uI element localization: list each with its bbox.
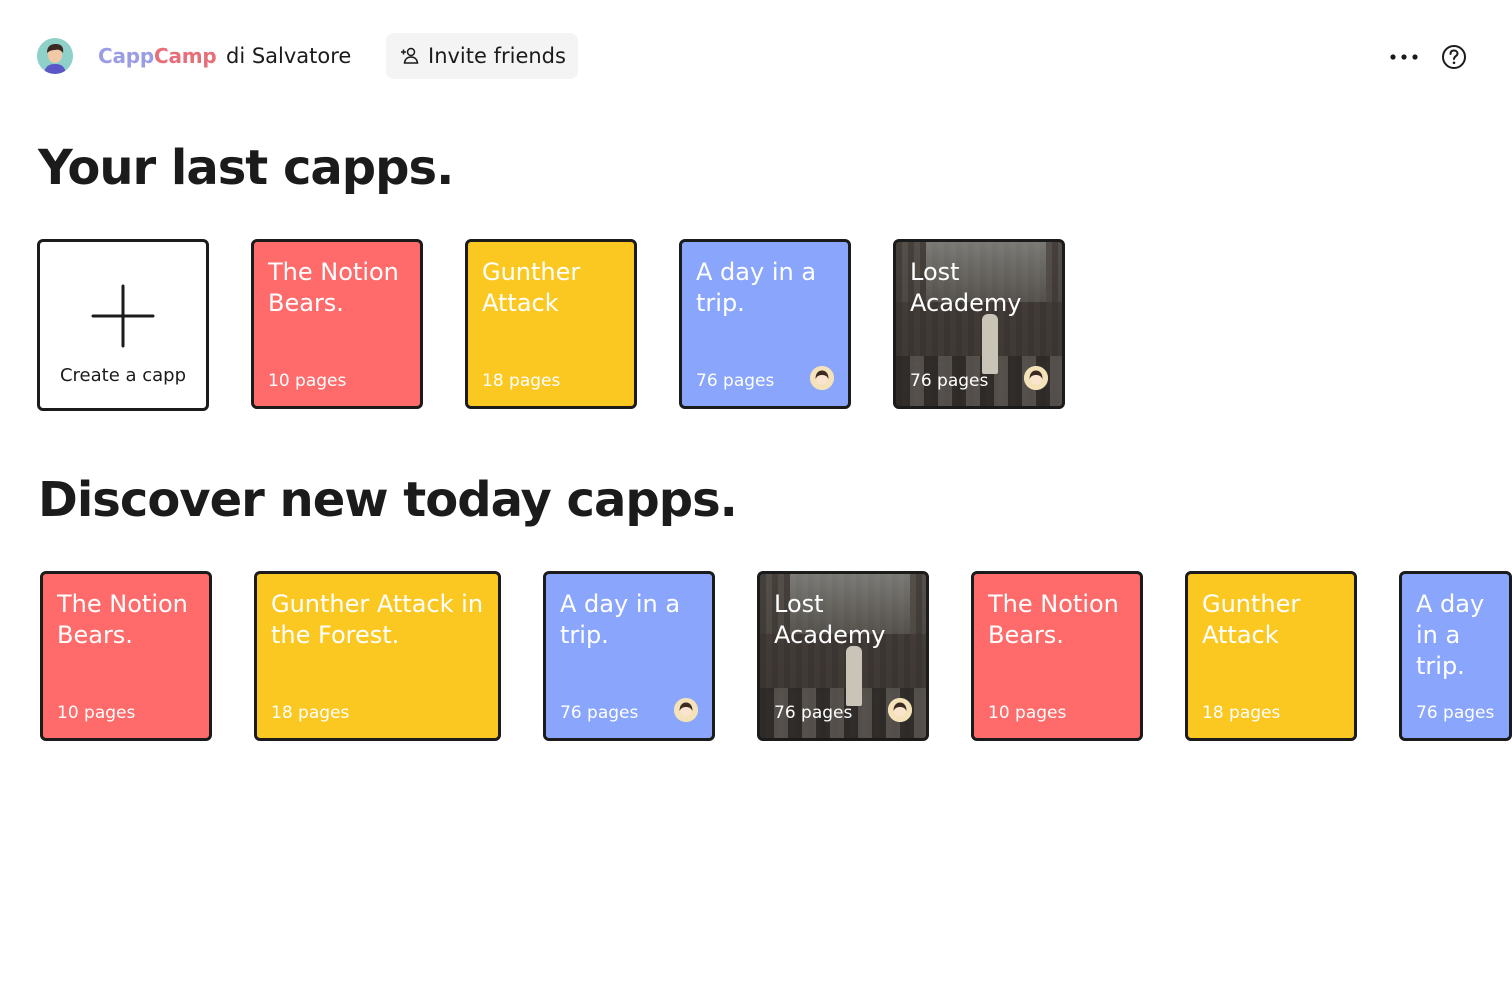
discover-capps-heading: Discover new today capps. <box>38 472 738 528</box>
capp-card[interactable]: A day in a trip. 76 pages <box>543 571 715 741</box>
capp-page-count: 18 pages <box>271 703 350 723</box>
add-person-icon <box>401 47 419 64</box>
capp-card[interactable]: Gunther Attack in the Forest. 18 pages <box>254 571 501 741</box>
capp-title: Lost Academy <box>774 590 886 649</box>
capp-title: The Notion Bears. <box>57 590 188 649</box>
capp-page-count: 76 pages <box>774 703 853 723</box>
brand-name[interactable]: CappCamp <box>98 44 217 68</box>
capp-title: A day in a trip. <box>560 590 681 649</box>
collaborator-avatar-icon <box>888 698 912 722</box>
capp-title: The Notion Bears. <box>268 258 399 317</box>
collaborator-avatar <box>674 698 698 722</box>
capp-page-count: 10 pages <box>988 703 1067 723</box>
capp-page-count: 18 pages <box>482 371 561 391</box>
capp-card[interactable]: Gunther Attack 18 pages <box>1185 571 1357 741</box>
collaborator-avatar-icon <box>674 698 698 722</box>
more-horizontal-icon <box>1390 54 1418 60</box>
capp-card[interactable]: The Notion Bears. 10 pages <box>971 571 1143 741</box>
capp-card[interactable]: A day in a trip. 76 pages <box>1399 571 1512 741</box>
capp-page-count: 76 pages <box>1416 703 1495 723</box>
brand-part-camp: Camp <box>154 44 217 68</box>
cover-photo-detail <box>982 314 998 374</box>
collaborator-avatar-icon <box>810 366 834 390</box>
create-capp-label: Create a capp <box>59 365 187 386</box>
capp-title: Gunther Attack <box>482 258 581 317</box>
help-circle-icon <box>1442 45 1466 69</box>
capp-page-count: 18 pages <box>1202 703 1281 723</box>
collaborator-avatar <box>1024 366 1048 390</box>
collaborator-avatar <box>888 698 912 722</box>
capp-title: Lost Academy <box>910 258 1022 317</box>
capp-title: A day in a trip. <box>696 258 817 317</box>
help-button[interactable] <box>1441 44 1467 70</box>
invite-friends-button[interactable]: Invite friends <box>386 33 578 79</box>
collaborator-avatar-icon <box>1024 366 1048 390</box>
capp-title: Gunther Attack <box>1202 590 1301 649</box>
brand-part-capp: Capp <box>98 44 155 68</box>
capp-page-count: 10 pages <box>57 703 136 723</box>
cover-photo-detail <box>846 646 862 706</box>
collaborator-avatar <box>810 366 834 390</box>
capp-card[interactable]: A day in a trip. 76 pages <box>679 239 851 409</box>
capp-card[interactable]: Lost Academy 76 pages <box>757 571 929 741</box>
capp-card[interactable]: The Notion Bears. 10 pages <box>40 571 212 741</box>
create-capp-button[interactable]: Create a capp <box>37 239 209 411</box>
plus-icon <box>91 284 155 348</box>
user-avatar-icon <box>37 38 73 74</box>
more-options-button[interactable] <box>1388 46 1420 68</box>
capp-card[interactable]: The Notion Bears. 10 pages <box>251 239 423 409</box>
capp-title: Gunther Attack in the Forest. <box>271 590 484 649</box>
last-capps-heading: Your last capps. <box>38 140 454 196</box>
top-bar: CappCamp di Salvatore Invite friends <box>0 0 1512 112</box>
capp-title: A day in a trip. <box>1416 590 1485 680</box>
invite-friends-label: Invite friends <box>428 44 566 68</box>
capp-title: The Notion Bears. <box>988 590 1119 649</box>
user-avatar[interactable] <box>37 38 73 74</box>
capp-page-count: 76 pages <box>910 371 989 391</box>
capp-card[interactable]: Lost Academy 76 pages <box>893 239 1065 409</box>
capp-page-count: 76 pages <box>696 371 775 391</box>
capp-card[interactable]: Gunther Attack 18 pages <box>465 239 637 409</box>
workspace-owner: di Salvatore <box>226 44 352 68</box>
capp-page-count: 10 pages <box>268 371 347 391</box>
capp-page-count: 76 pages <box>560 703 639 723</box>
